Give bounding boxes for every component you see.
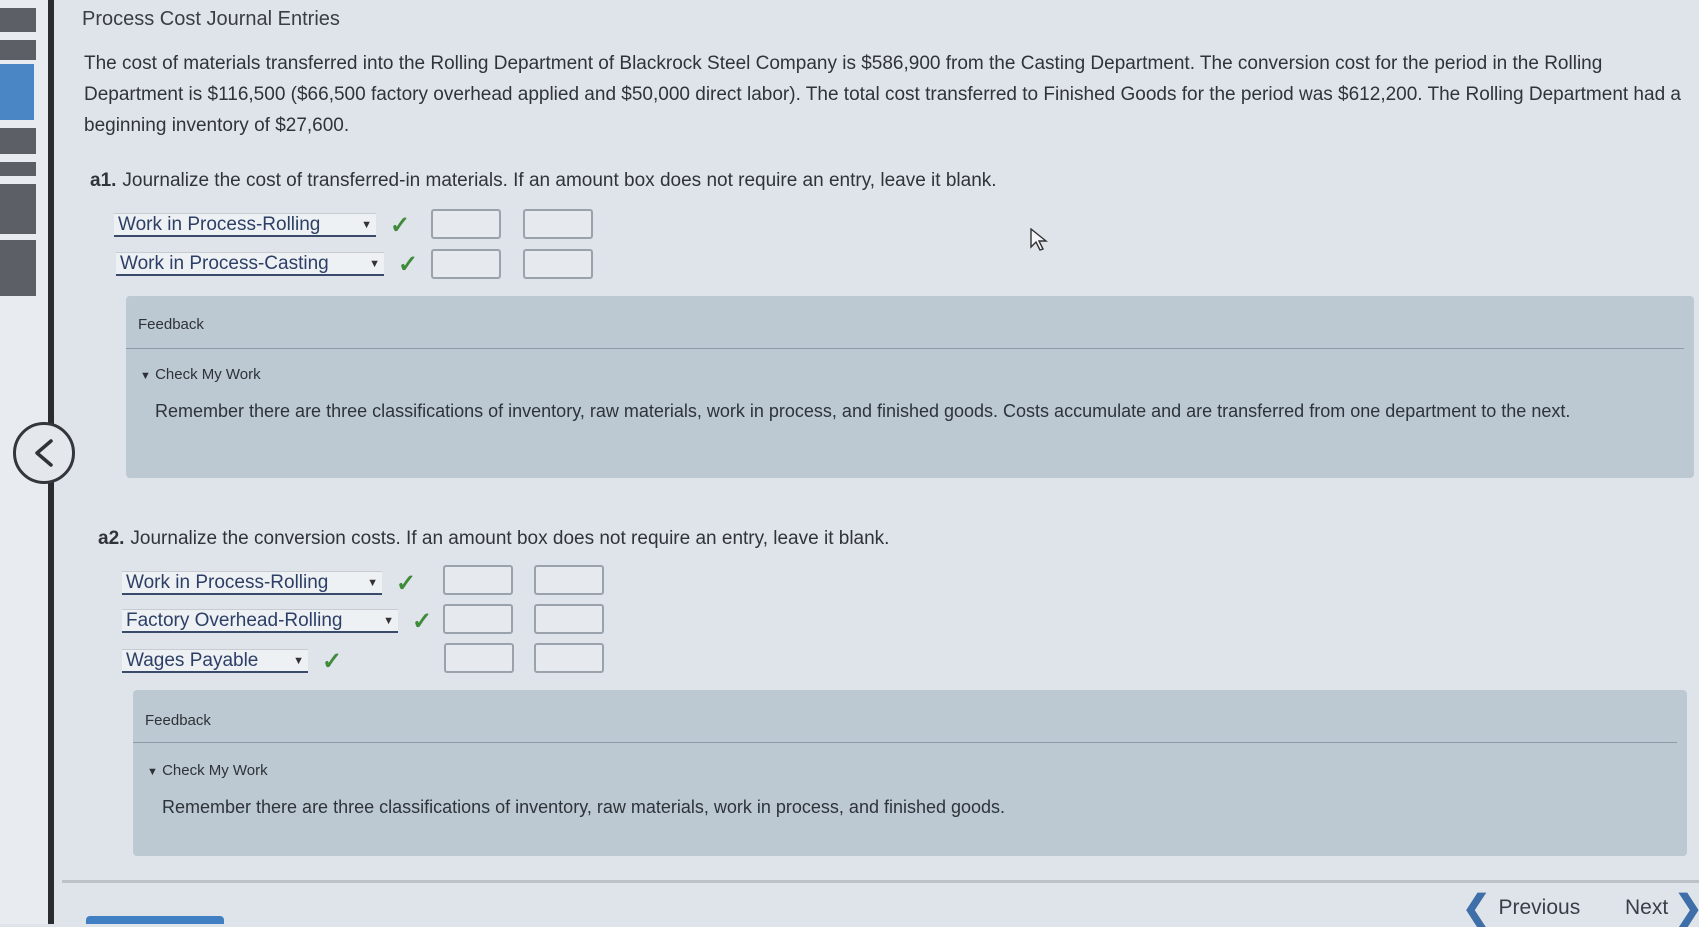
- a1-row-1: Work in Process-Rolling ▼ ✓: [114, 210, 410, 240]
- triangle-down-icon: ▼: [140, 370, 151, 382]
- question-a1-text: Journalize the cost of transferred-in ma…: [122, 170, 997, 191]
- check-my-work-toggle[interactable]: ▼ Check My Work: [140, 366, 261, 383]
- credit-input[interactable]: [523, 249, 593, 279]
- next-label: Next: [1625, 896, 1669, 919]
- question-a1-label: a1.: [90, 170, 117, 191]
- previous-button[interactable]: ❮ Previous: [1462, 889, 1581, 927]
- feedback-text: Remember there are three classifications…: [155, 401, 1571, 421]
- footer-tab[interactable]: [86, 916, 224, 924]
- next-button[interactable]: Next ❯: [1625, 891, 1699, 925]
- debit-input[interactable]: [431, 249, 501, 279]
- mouse-cursor-icon: [1030, 227, 1048, 257]
- question-a2-label: a2.: [98, 528, 125, 549]
- checkmark-icon: ✓: [398, 250, 419, 278]
- account-name: Work in Process-Rolling: [126, 571, 329, 593]
- a2-row-2: Factory Overhead-Rolling ▼ ✓: [122, 606, 432, 636]
- account-dropdown[interactable]: Factory Overhead-Rolling ▼: [122, 609, 398, 633]
- credit-input[interactable]: [523, 209, 593, 239]
- dropdown-arrow-icon: ▼: [367, 576, 378, 589]
- account-dropdown[interactable]: Wages Payable ▼: [122, 649, 308, 673]
- account-name: Wages Payable: [126, 649, 259, 671]
- feedback-panel-a2: Feedback ▼ Check My Work Remember there …: [133, 690, 1687, 856]
- account-dropdown[interactable]: Work in Process-Rolling ▼: [114, 213, 376, 237]
- credit-input[interactable]: [534, 604, 604, 634]
- triangle-down-icon: ▼: [147, 766, 158, 778]
- account-name: Factory Overhead-Rolling: [126, 609, 343, 631]
- a1-row-2: Work in Process-Casting ▼ ✓: [116, 249, 418, 279]
- checkmark-icon: ✓: [322, 647, 343, 675]
- page-title: Process Cost Journal Entries: [82, 8, 340, 30]
- checkmark-icon: ✓: [412, 607, 433, 635]
- feedback-title: Feedback: [138, 316, 204, 333]
- check-my-work-label: Check My Work: [155, 366, 261, 383]
- question-a1: a1. Journalize the cost of transferred-in…: [90, 170, 997, 192]
- debit-input[interactable]: [443, 604, 513, 634]
- dropdown-arrow-icon: ▼: [361, 218, 372, 231]
- credit-input[interactable]: [534, 643, 604, 673]
- divider: [126, 348, 1684, 349]
- feedback-title: Feedback: [145, 712, 211, 729]
- checkmark-icon: ✓: [390, 211, 411, 239]
- check-my-work-label: Check My Work: [162, 762, 268, 779]
- footer-divider: [62, 880, 1699, 883]
- previous-label: Previous: [1498, 896, 1581, 919]
- check-my-work-toggle[interactable]: ▼ Check My Work: [147, 762, 268, 779]
- feedback-text: Remember there are three classifications…: [162, 797, 1006, 817]
- account-dropdown[interactable]: Work in Process-Casting ▼: [116, 252, 384, 276]
- main-content: Process Cost Journal Entries The cost of…: [0, 0, 1699, 927]
- dropdown-arrow-icon: ▼: [293, 654, 304, 667]
- account-name: Work in Process-Rolling: [118, 213, 321, 235]
- account-dropdown[interactable]: Work in Process-Rolling ▼: [122, 571, 382, 595]
- account-name: Work in Process-Casting: [120, 252, 329, 274]
- dropdown-arrow-icon: ▼: [383, 614, 394, 627]
- debit-input[interactable]: [444, 643, 514, 673]
- a2-row-1: Work in Process-Rolling ▼ ✓: [122, 568, 416, 598]
- checkmark-icon: ✓: [396, 569, 417, 597]
- divider: [133, 742, 1677, 743]
- question-a2-text: Journalize the conversion costs. If an a…: [130, 528, 890, 549]
- chevron-left-icon: ❮: [1462, 889, 1491, 927]
- problem-paragraph: The cost of materials transferred into t…: [84, 53, 1681, 136]
- debit-input[interactable]: [443, 565, 513, 595]
- a2-row-3: Wages Payable ▼ ✓: [122, 646, 342, 676]
- chevron-right-icon: ❯: [1674, 891, 1699, 925]
- credit-input[interactable]: [534, 565, 604, 595]
- debit-input[interactable]: [431, 209, 501, 239]
- dropdown-arrow-icon: ▼: [369, 257, 380, 270]
- feedback-panel-a1: Feedback ▼ Check My Work Remember there …: [126, 296, 1694, 478]
- question-a2: a2. Journalize the conversion costs. If a…: [98, 528, 889, 550]
